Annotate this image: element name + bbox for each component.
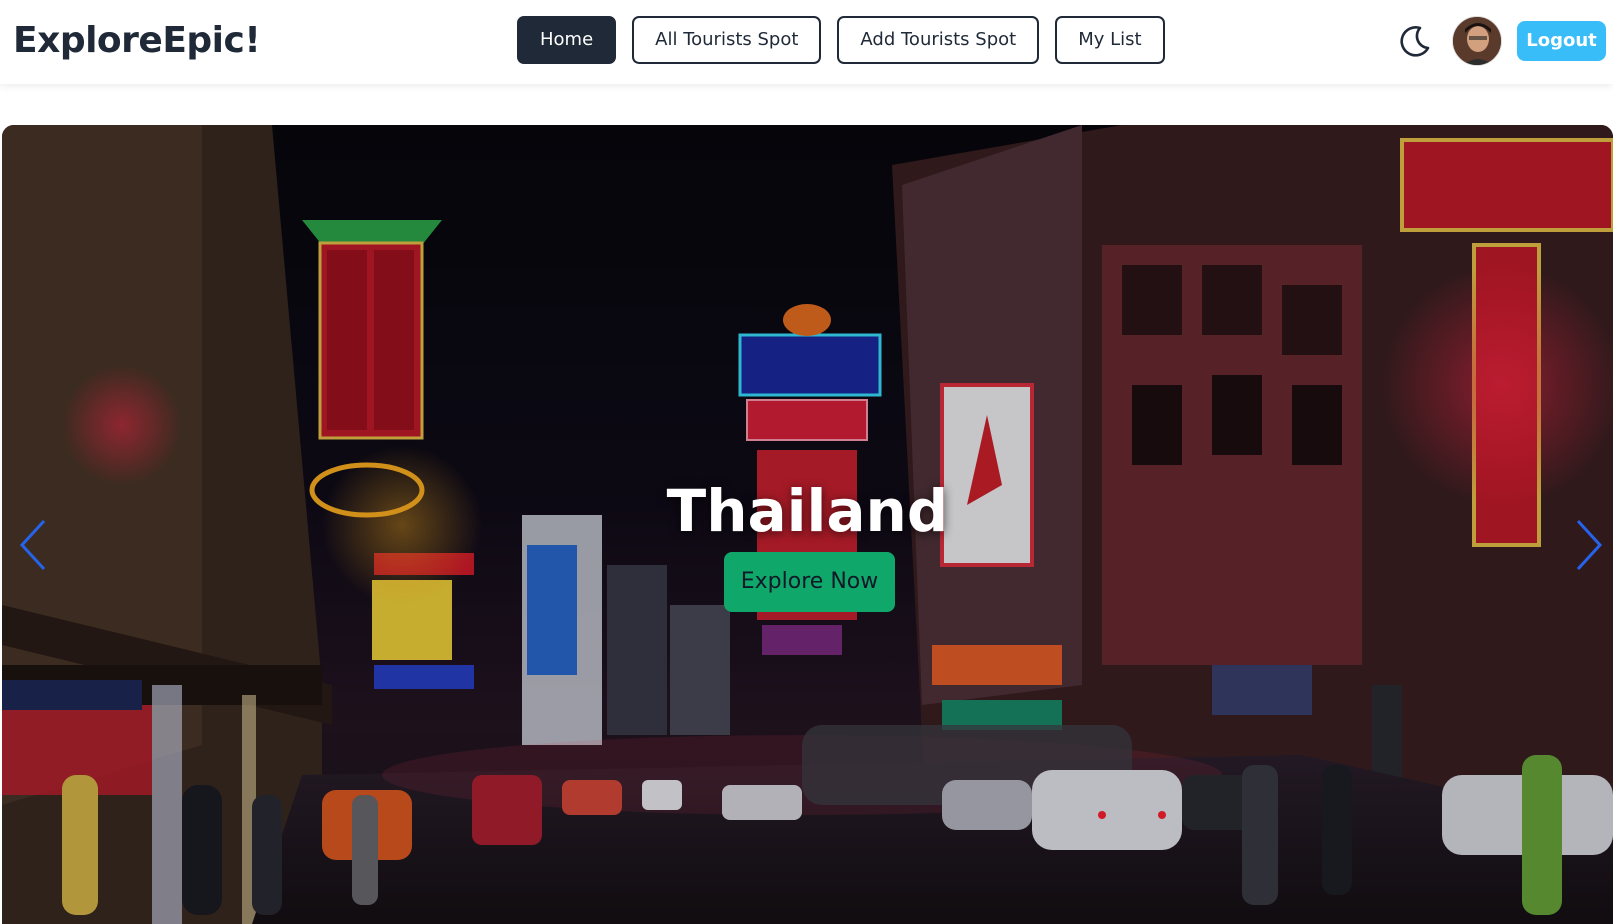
nav-all-tourists-spot-button[interactable]: All Tourists Spot (632, 16, 822, 64)
hero-banner: Thailand Explore Now (2, 125, 1613, 924)
nav-my-list-button[interactable]: My List (1055, 16, 1165, 64)
moon-icon[interactable] (1398, 24, 1432, 58)
chevron-left-icon[interactable] (16, 515, 56, 575)
avatar[interactable] (1452, 16, 1502, 66)
nav-links: Home All Tourists Spot Add Tourists Spot… (517, 16, 1165, 64)
explore-now-button[interactable]: Explore Now (724, 552, 895, 612)
logout-button[interactable]: Logout (1517, 21, 1606, 61)
nav-home-button[interactable]: Home (517, 16, 617, 64)
chevron-right-icon[interactable] (1570, 515, 1610, 575)
brand-logo[interactable]: ExploreEpic! (13, 20, 261, 61)
navbar: ExploreEpic! Home All Tourists Spot Add … (0, 0, 1613, 84)
nav-add-tourists-spot-button[interactable]: Add Tourists Spot (837, 16, 1040, 64)
hero-title: Thailand (666, 477, 949, 545)
